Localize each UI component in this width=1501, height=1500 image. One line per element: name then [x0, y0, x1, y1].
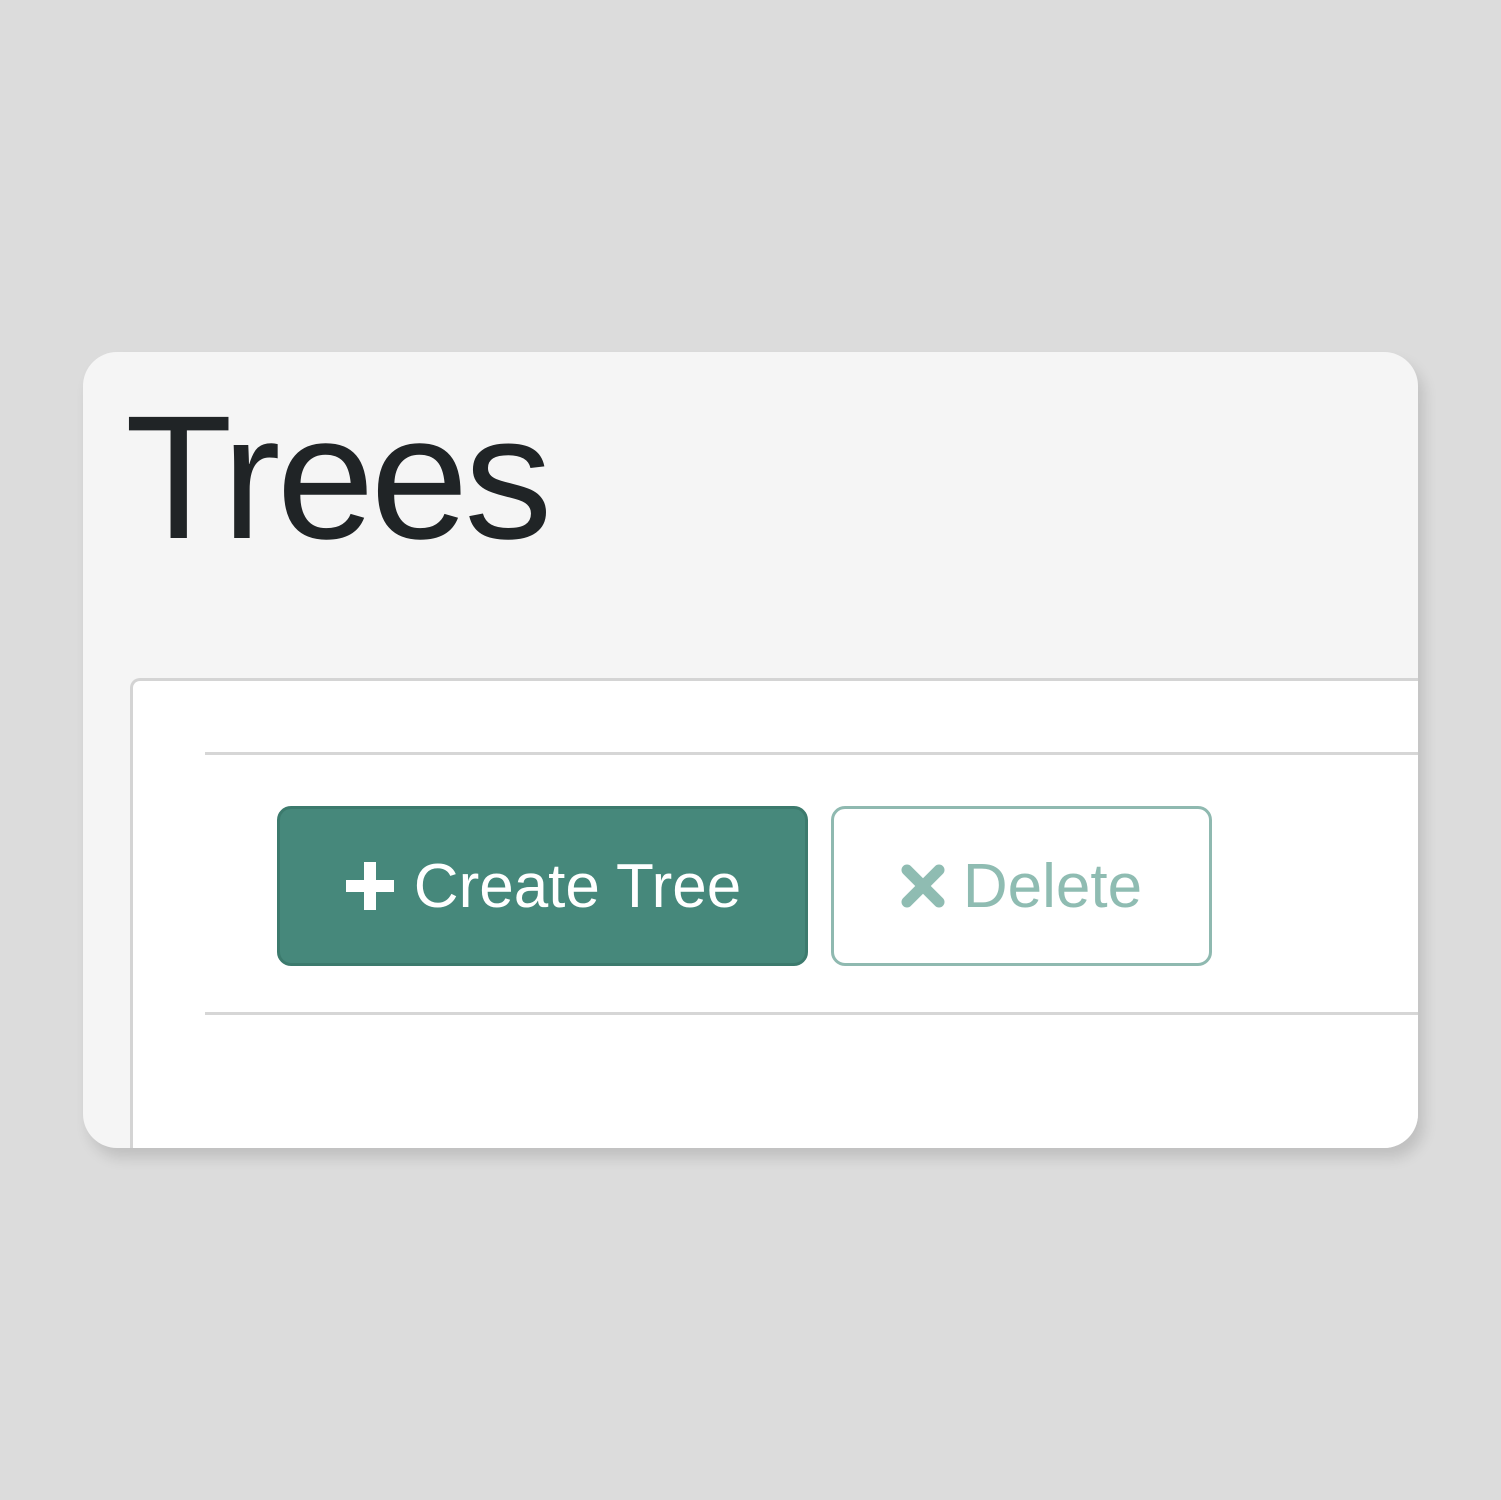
plus-icon — [344, 860, 396, 912]
trees-panel: Create Tree Delete — [130, 678, 1418, 1148]
delete-button[interactable]: Delete — [831, 806, 1212, 966]
trees-page-card: Trees Create Tree Delete — [83, 352, 1418, 1148]
create-tree-button[interactable]: Create Tree — [277, 806, 808, 966]
close-icon — [901, 864, 945, 908]
create-tree-label: Create Tree — [413, 851, 742, 921]
toolbar-divider-top — [205, 752, 1418, 755]
toolbar-divider-bottom — [205, 1012, 1418, 1015]
delete-label: Delete — [962, 851, 1143, 921]
page-title: Trees — [125, 380, 552, 576]
